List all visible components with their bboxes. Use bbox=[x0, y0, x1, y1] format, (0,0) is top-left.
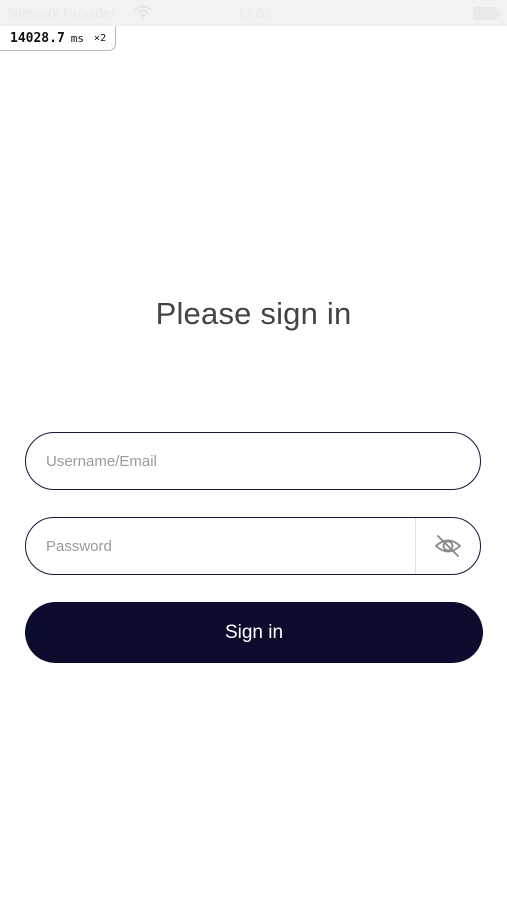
password-input[interactable] bbox=[26, 518, 416, 574]
username-field[interactable] bbox=[25, 432, 481, 490]
battery-icon bbox=[473, 7, 500, 20]
status-bar: Network Provider 17:51 bbox=[0, 0, 507, 26]
username-input[interactable] bbox=[26, 433, 480, 489]
status-time: 17:51 bbox=[237, 5, 273, 21]
performance-overlay: 14028.7 ms ×2 bbox=[0, 26, 117, 51]
password-visibility-toggle[interactable] bbox=[415, 518, 480, 574]
sign-in-button[interactable]: Sign in bbox=[25, 602, 483, 663]
page-title: Please sign in bbox=[155, 296, 352, 331]
perf-value: 14028.7 bbox=[10, 30, 65, 46]
password-field[interactable] bbox=[25, 517, 481, 575]
wifi-icon bbox=[134, 5, 152, 20]
perf-unit: ms bbox=[70, 31, 85, 45]
carrier-label: Network Provider bbox=[8, 5, 116, 21]
eye-off-icon bbox=[434, 535, 462, 557]
perf-multiplier: ×2 bbox=[94, 32, 107, 44]
login-screen: Network Provider 17:51 14028.7 ms ×2 Ple… bbox=[0, 0, 507, 900]
